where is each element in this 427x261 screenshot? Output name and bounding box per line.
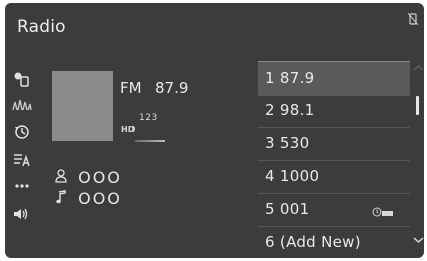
preset-row[interactable]: 1 87.9 — [258, 61, 410, 96]
scroll-up-icon[interactable] — [413, 65, 424, 71]
preset-label: 6 (Add New) — [265, 233, 361, 251]
preset-row[interactable]: 5 001 — [258, 193, 410, 227]
tune-list-icon[interactable] — [11, 149, 33, 171]
artist-row: OOO — [55, 168, 122, 187]
more-icon[interactable] — [11, 175, 33, 197]
preset-label: 5 001 — [265, 200, 310, 218]
hd-radio-icon: HD — [121, 119, 137, 138]
sxm-replay-icon — [372, 203, 394, 222]
preset-label: 2 98.1 — [265, 101, 315, 119]
scroll-thumb[interactable] — [416, 96, 419, 115]
preset-row[interactable]: 3 530 — [258, 127, 410, 161]
radio-screen: Radio FM 87.9 HD 123 OOO OOO 1 87.9 2 98… — [5, 3, 424, 258]
radio-waves-icon[interactable] — [11, 93, 33, 115]
preset-scrollbar[interactable] — [413, 61, 424, 253]
music-note-icon — [55, 189, 71, 208]
source-icon[interactable] — [11, 68, 33, 90]
preset-label: 3 530 — [265, 134, 310, 152]
preset-row[interactable]: 6 (Add New) — [258, 226, 410, 258]
scroll-down-icon[interactable] — [413, 237, 424, 243]
song-row: OOO — [55, 189, 122, 208]
volume-icon[interactable] — [11, 203, 33, 225]
page-title: Radio — [17, 17, 66, 37]
preset-label: 4 1000 — [265, 167, 320, 185]
album-art — [52, 71, 113, 141]
signal-strength-bar — [135, 140, 165, 142]
svg-text:HD: HD — [121, 125, 135, 134]
artist-icon — [55, 168, 71, 187]
artist-name: OOO — [78, 168, 122, 187]
phone-off-icon — [407, 10, 419, 29]
preset-row[interactable]: 4 1000 — [258, 160, 410, 194]
hd-channel-numbers: 123 — [139, 113, 158, 123]
preset-row[interactable]: 2 98.1 — [258, 94, 410, 128]
history-icon[interactable] — [11, 121, 33, 143]
preset-list: 1 87.9 2 98.1 3 530 4 1000 5 001 6 (Add … — [258, 61, 410, 258]
frequency-label: 87.9 — [155, 79, 189, 97]
preset-label: 1 87.9 — [265, 69, 315, 87]
band-label: FM — [120, 79, 142, 97]
song-title: OOO — [78, 189, 122, 208]
